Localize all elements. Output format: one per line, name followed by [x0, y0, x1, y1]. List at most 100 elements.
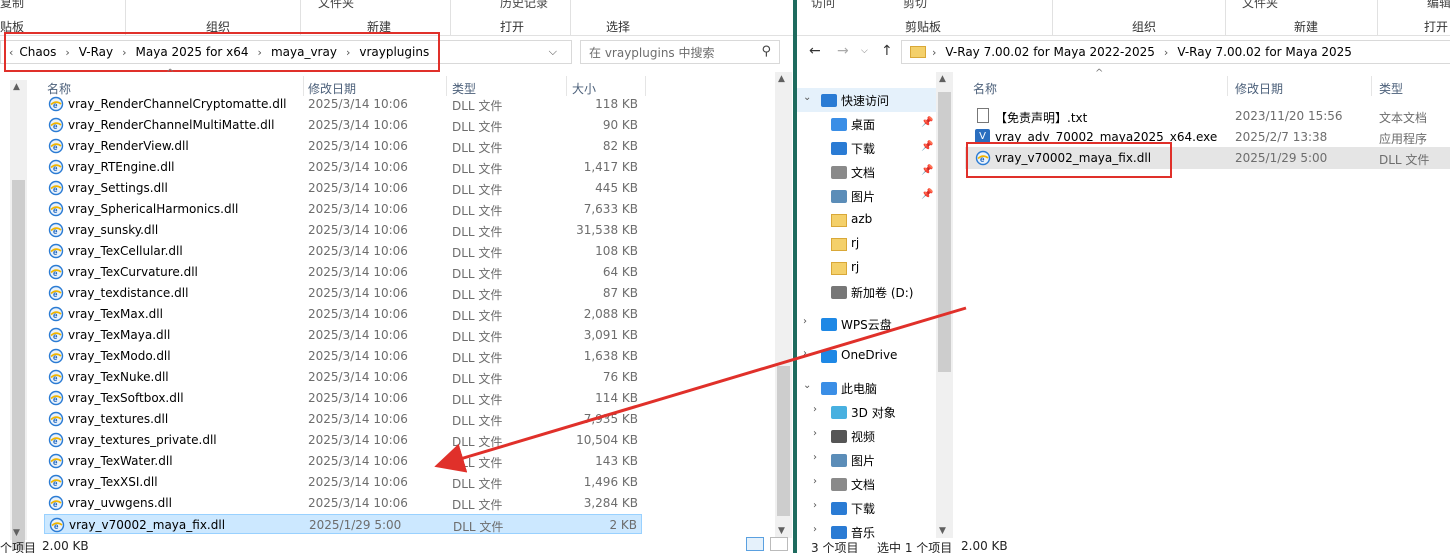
nav-item[interactable]: 下载 📌	[797, 136, 937, 160]
nav-item[interactable]: azb	[797, 208, 937, 232]
nav-item[interactable]: › 音乐	[797, 520, 937, 540]
file-type: DLL 文件	[1379, 153, 1430, 167]
table-row[interactable]: e vray_RenderChannelMultiMatte.dll 2025/3/…	[44, 115, 642, 135]
document-icon	[831, 478, 847, 491]
file-type: 应用程序	[1379, 132, 1428, 146]
ribbon-history[interactable]: 历史记录	[500, 0, 548, 11]
pin-icon[interactable]: 📌	[921, 117, 933, 128]
file-list-scrollbar[interactable]: ▲ ▼	[775, 72, 792, 538]
table-row[interactable]: 【免责声明】.txt 2023/11/20 15:56 文本文档	[965, 105, 1450, 127]
table-row[interactable]: e vray_SphericalHarmonics.dll 2025/3/14 10…	[44, 199, 642, 219]
ribbon-folder[interactable]: 文件夹	[1242, 0, 1278, 11]
ribbon-folder[interactable]: 文件夹	[318, 0, 354, 11]
file-type: DLL 文件	[452, 456, 503, 470]
column-date[interactable]: 修改日期	[1235, 80, 1283, 97]
table-row[interactable]: e vray_TexSoftbox.dll 2025/3/14 10:06 DLL 文…	[44, 388, 642, 408]
breadcrumb-vray-2025[interactable]: V-Ray 7.00.02 for Maya 2025	[1177, 45, 1352, 59]
nav-item[interactable]: ⌄ 快速访问	[797, 88, 937, 112]
expander-icon[interactable]: ›	[813, 476, 817, 487]
file-size: 1,496 KB	[583, 475, 638, 489]
expander-icon[interactable]: ›	[813, 500, 817, 511]
table-row[interactable]: e vray_sunsky.dll 2025/3/14 10:06 DLL 文件 31,…	[44, 220, 642, 240]
nav-item[interactable]: rj	[797, 256, 937, 280]
table-row[interactable]: e vray_uvwgens.dll 2025/3/14 10:06 DLL 文件 3,…	[44, 493, 642, 513]
nav-scrollbar[interactable]: ▲ ▼	[936, 72, 953, 538]
table-row[interactable]: e vray_TexCurvature.dll 2025/3/14 10:06 DLL…	[44, 262, 642, 282]
table-row[interactable]: e vray_textures_private.dll 2025/3/14 10:0…	[44, 430, 642, 450]
expander-icon[interactable]: ›	[813, 404, 817, 415]
expander-icon[interactable]: ›	[813, 524, 817, 535]
sort-up-icon: ^	[166, 68, 175, 79]
forward-arrow-icon[interactable]: →	[837, 43, 849, 59]
nav-item-label: 视频	[851, 430, 876, 444]
expander-icon[interactable]: ⌄	[803, 92, 811, 103]
search-input[interactable]: 在 vrayplugins 中搜索 ⚲	[580, 40, 780, 64]
ribbon-group-open: 打开	[1424, 20, 1449, 34]
nav-item[interactable]: › OneDrive	[797, 344, 937, 368]
file-name: vray_textures.dll	[68, 412, 169, 426]
nav-item-label: 下载	[851, 142, 876, 156]
up-arrow-icon[interactable]: ↑	[881, 43, 893, 59]
expander-icon[interactable]: ⌄	[803, 380, 811, 391]
expander-icon[interactable]: ›	[813, 428, 817, 439]
nav-item[interactable]: 桌面 📌	[797, 112, 937, 136]
column-name[interactable]: 名称	[973, 80, 997, 97]
ribbon-edit[interactable]: 编辑	[1427, 0, 1450, 11]
table-row[interactable]: e vray_TexMaya.dll 2025/3/14 10:06 DLL 文件 3,…	[44, 325, 642, 345]
table-row[interactable]: e vray_TexWater.dll 2025/3/14 10:06 DLL 文件 1…	[44, 451, 642, 471]
dll-file-icon: e	[48, 96, 64, 112]
breadcrumb-vray-2022-2025[interactable]: V-Ray 7.00.02 for Maya 2022-2025	[945, 45, 1155, 59]
nav-scrollbar[interactable]: ▲ ▼	[10, 80, 27, 550]
pin-icon[interactable]: 📌	[921, 189, 933, 200]
table-row[interactable]: e vray_TexNuke.dll 2025/3/14 10:06 DLL 文件 76…	[44, 367, 642, 387]
nav-item-label: rj	[851, 260, 860, 274]
file-size: 7,633 KB	[583, 202, 638, 216]
file-name: vray_TexCurvature.dll	[68, 265, 198, 279]
column-type[interactable]: 类型	[1379, 80, 1403, 97]
nav-item[interactable]: 文档 📌	[797, 160, 937, 184]
address-bar[interactable]: › V-Ray 7.00.02 for Maya 2022-2025 › V-R…	[901, 40, 1450, 64]
file-date: 2025/2/7 13:38	[1235, 130, 1328, 144]
pin-icon[interactable]: 📌	[921, 165, 933, 176]
back-arrow-icon[interactable]: ←	[809, 43, 821, 59]
nav-item[interactable]: › 视频	[797, 424, 937, 448]
table-row[interactable]: e vray_RenderView.dll 2025/3/14 10:06 DLL 文…	[44, 136, 642, 156]
expander-icon[interactable]: ›	[803, 348, 807, 359]
expander-icon[interactable]: ›	[813, 452, 817, 463]
ribbon-access[interactable]: 访问	[811, 0, 835, 11]
file-size: 76 KB	[602, 370, 638, 384]
table-row[interactable]: e vray_textures.dll 2025/3/14 10:06 DLL 文件 7…	[44, 409, 642, 429]
nav-item[interactable]: 图片 📌	[797, 184, 937, 208]
nav-item[interactable]: 新加卷 (D:)	[797, 280, 937, 304]
nav-item[interactable]: › 图片	[797, 448, 937, 472]
table-row[interactable]: e vray_v70002_maya_fix.dll 2025/1/29 5:00 D…	[44, 514, 642, 534]
nav-item[interactable]: › 3D 对象	[797, 400, 937, 424]
table-row[interactable]: e vray_RTEngine.dll 2025/3/14 10:06 DLL 文件 1…	[44, 157, 642, 177]
nav-item[interactable]: › 文档	[797, 472, 937, 496]
left-explorer-window: 复制 文件夹 历史记录 贴板 组织 新建 打开 选择 ‹ Chaos › V-R…	[0, 0, 793, 553]
pin-icon[interactable]: 📌	[921, 141, 933, 152]
chevron-down-icon[interactable]: ⌵	[549, 45, 557, 59]
table-row[interactable]: e vray_TexModo.dll 2025/3/14 10:06 DLL 文件 1,…	[44, 346, 642, 366]
file-size: 2 KB	[609, 518, 637, 532]
nav-item[interactable]: rj	[797, 232, 937, 256]
expander-icon[interactable]: ›	[803, 316, 807, 327]
file-type: DLL 文件	[452, 309, 503, 323]
ribbon-cut[interactable]: 剪切	[903, 0, 927, 11]
ribbon-copy[interactable]: 复制	[0, 0, 24, 11]
nav-item[interactable]: › WPS云盘	[797, 312, 937, 336]
table-row[interactable]: e vray_TexXSI.dll 2025/3/14 10:06 DLL 文件 1,4…	[44, 472, 642, 492]
details-view-icon[interactable]	[746, 537, 764, 551]
table-row[interactable]: e vray_RenderChannelCryptomatte.dll 2025/3…	[44, 94, 642, 114]
table-row[interactable]: e vray_TexCellular.dll 2025/3/14 10:06 DLL …	[44, 241, 642, 261]
nav-item[interactable]: ⌄ 此电脑	[797, 376, 937, 400]
nav-item[interactable]: › 下载	[797, 496, 937, 520]
table-row[interactable]: e vray_Settings.dll 2025/3/14 10:06 DLL 文件 4…	[44, 178, 642, 198]
highlight-box-file	[966, 142, 1172, 178]
tiles-view-icon[interactable]	[770, 537, 788, 551]
table-row[interactable]: e vray_texdistance.dll 2025/3/14 10:06 DLL …	[44, 283, 642, 303]
table-row[interactable]: e vray_TexMax.dll 2025/3/14 10:06 DLL 文件 2,0…	[44, 304, 642, 324]
dll-file-icon: e	[49, 517, 65, 533]
search-icon[interactable]: ⚲	[761, 44, 771, 59]
recent-chevron-icon[interactable]: ⌵	[861, 46, 868, 56]
